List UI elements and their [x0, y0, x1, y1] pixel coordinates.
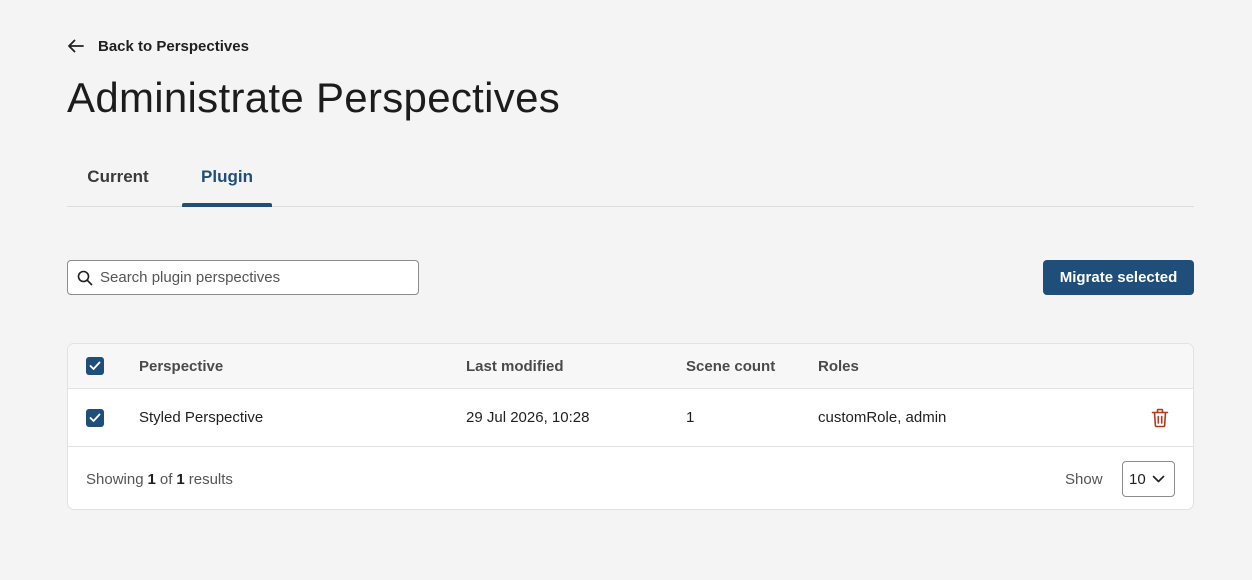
- row-select-cell: [86, 389, 104, 446]
- table-row[interactable]: Styled Perspective 29 Jul 2026, 10:28 1 …: [68, 389, 1193, 447]
- perspective-name: Styled Perspective: [139, 409, 264, 426]
- back-to-perspectives-link[interactable]: Back to Perspectives: [67, 36, 249, 56]
- results-summary: Showing 1 of 1 results: [86, 448, 233, 509]
- results-from: 1: [147, 471, 156, 488]
- column-header-scene-count[interactable]: Scene count: [686, 344, 775, 388]
- tab-current[interactable]: Current: [67, 148, 169, 206]
- table-header: Perspective Last modified Scene count Ro…: [68, 344, 1193, 389]
- scene-count-value: 1: [686, 409, 695, 426]
- column-header-perspective[interactable]: Perspective: [139, 344, 223, 388]
- row-select-checkbox[interactable]: [86, 408, 104, 427]
- tab-plugin[interactable]: Plugin: [182, 148, 272, 207]
- results-prefix: Showing: [86, 471, 144, 488]
- migrate-selected-button[interactable]: Migrate selected: [1043, 260, 1194, 295]
- perspectives-table: Perspective Last modified Scene count Ro…: [67, 343, 1194, 510]
- page-size-select[interactable]: 10: [1122, 461, 1175, 497]
- column-header-last-modified[interactable]: Last modified: [466, 344, 564, 388]
- tab-bar: Current Plugin: [67, 148, 1194, 207]
- results-of: of: [159, 471, 173, 488]
- select-all-checkbox[interactable]: [86, 357, 104, 375]
- show-label: Show: [1065, 471, 1103, 488]
- arrow-left-icon: [67, 39, 84, 53]
- table-footer: Showing 1 of 1 results Show 10: [68, 448, 1193, 509]
- select-all-cell: [86, 344, 104, 388]
- chevron-down-icon: [1152, 475, 1165, 483]
- column-header-roles[interactable]: Roles: [818, 344, 859, 388]
- search-icon: [77, 270, 93, 286]
- search-field[interactable]: [67, 260, 419, 295]
- search-input[interactable]: [100, 269, 400, 286]
- page-size-value: 10: [1129, 470, 1146, 488]
- results-suffix: results: [188, 471, 233, 488]
- results-total: 1: [176, 471, 185, 488]
- checkmark-icon: [89, 413, 101, 423]
- delete-cell: [1151, 389, 1169, 446]
- checkmark-icon: [89, 361, 101, 371]
- back-link-label: Back to Perspectives: [98, 37, 249, 55]
- roles-value: customRole, admin: [818, 409, 947, 426]
- page-title: Administrate Perspectives: [67, 74, 561, 121]
- last-modified-value: 29 Jul 2026, 10:28: [466, 409, 590, 426]
- trash-icon[interactable]: [1151, 408, 1169, 428]
